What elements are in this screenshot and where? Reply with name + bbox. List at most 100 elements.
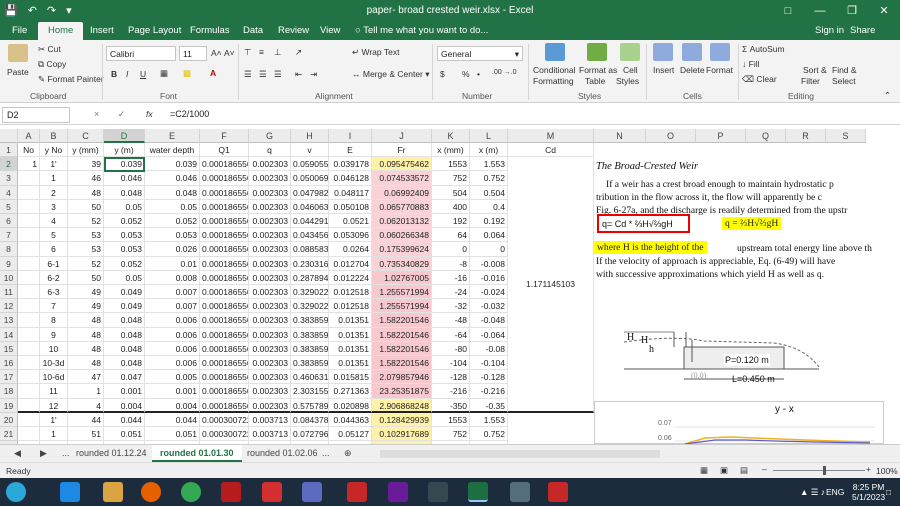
- cell-B6[interactable]: 4: [40, 214, 68, 229]
- cell-D19[interactable]: 0.004: [104, 398, 145, 413]
- row-header[interactable]: 21: [0, 427, 18, 442]
- cell-E3[interactable]: 0.046: [145, 171, 200, 186]
- row-header[interactable]: 1: [0, 143, 18, 158]
- cell-I17[interactable]: 0.015815: [329, 370, 372, 385]
- cell-A20[interactable]: [18, 412, 40, 427]
- copy-button[interactable]: ⧉ Copy: [38, 59, 66, 70]
- cell-J7[interactable]: 0.060266348: [372, 228, 432, 243]
- tab-formulas[interactable]: Formulas: [190, 25, 230, 36]
- tray-icons[interactable]: ▲ ☰ ♪: [800, 487, 825, 498]
- cell-K21[interactable]: 752: [432, 427, 470, 442]
- cell-K11[interactable]: -24: [432, 285, 470, 300]
- cell-F15[interactable]: 0.000186556: [200, 341, 249, 356]
- cell-A6[interactable]: [18, 214, 40, 229]
- cell-A2[interactable]: 1: [18, 157, 40, 172]
- row-header[interactable]: 4: [0, 185, 18, 200]
- cell-C20[interactable]: 44: [68, 412, 104, 427]
- cell-I2[interactable]: 0.039178: [329, 157, 372, 172]
- cell-G21[interactable]: 0.003713: [249, 427, 291, 442]
- cell-D9[interactable]: 0.052: [104, 256, 145, 271]
- collapse-ribbon-icon[interactable]: ⌃: [884, 90, 891, 101]
- row-header[interactable]: 8: [0, 242, 18, 257]
- merge-center-button[interactable]: ↔ Merge & Center ▾: [352, 69, 430, 80]
- cell-H10[interactable]: 0.287894: [291, 270, 329, 285]
- orientation-icon[interactable]: ↗: [295, 47, 302, 58]
- header-cell[interactable]: x (m): [470, 143, 508, 158]
- cell-C12[interactable]: 49: [68, 299, 104, 314]
- formula-cancel-confirm[interactable]: × ✓: [94, 109, 133, 120]
- header-cell[interactable]: x (mm): [432, 143, 470, 158]
- cell-E10[interactable]: 0.008: [145, 270, 200, 285]
- cell-C14[interactable]: 48: [68, 327, 104, 342]
- cell-L18[interactable]: -0.216: [470, 384, 508, 399]
- cell-F12[interactable]: 0.000186556: [200, 299, 249, 314]
- cell-E9[interactable]: 0.01: [145, 256, 200, 271]
- paste-icon[interactable]: [8, 44, 28, 62]
- yx-chart[interactable]: y - x 0.07 0.06: [594, 401, 884, 444]
- cell-J16[interactable]: 1.582201546: [372, 356, 432, 371]
- cell-G4[interactable]: 0.002303: [249, 185, 291, 200]
- more-sheets-icon[interactable]: ...: [322, 448, 330, 458]
- cell-H19[interactable]: 0.575789: [291, 398, 329, 413]
- tell-me-search[interactable]: ○ Tell me what you want to do...: [355, 25, 488, 36]
- header-cell[interactable]: v: [291, 143, 329, 158]
- cell-D13[interactable]: 0.048: [104, 313, 145, 328]
- cell-A5[interactable]: [18, 199, 40, 214]
- cell-A17[interactable]: [18, 370, 40, 385]
- cell-C21[interactable]: 51: [68, 427, 104, 442]
- cell-H3[interactable]: 0.050069: [291, 171, 329, 186]
- cell-C13[interactable]: 48: [68, 313, 104, 328]
- sheet-tab-3[interactable]: rounded 01.02.06: [247, 448, 318, 458]
- system-clock[interactable]: 8:25 PM 5/1/2023: [852, 482, 885, 502]
- normal-view-icon[interactable]: ▦: [700, 465, 708, 476]
- cell-E14[interactable]: 0.006: [145, 327, 200, 342]
- cell-L7[interactable]: 0.064: [470, 228, 508, 243]
- name-box[interactable]: D2: [2, 107, 70, 123]
- cell-B7[interactable]: 5: [40, 228, 68, 243]
- align-top-icon[interactable]: ⊤: [244, 47, 251, 58]
- header-cell[interactable]: q: [249, 143, 291, 158]
- font-size-select[interactable]: 11: [179, 46, 207, 61]
- cell-K9[interactable]: -8: [432, 256, 470, 271]
- cell-C2[interactable]: 39: [68, 157, 104, 172]
- row-header[interactable]: 7: [0, 228, 18, 243]
- cell-I11[interactable]: 0.012518: [329, 285, 372, 300]
- cell-H12[interactable]: 0.329022: [291, 299, 329, 314]
- cell-J13[interactable]: 1.582201546: [372, 313, 432, 328]
- cell-A10[interactable]: [18, 270, 40, 285]
- cell-K4[interactable]: 504: [432, 185, 470, 200]
- cell-J19[interactable]: 2.906868248: [372, 398, 432, 413]
- format-painter-button[interactable]: ✎ Format Painter: [38, 74, 104, 85]
- cell-B8[interactable]: 6: [40, 242, 68, 257]
- minimize-icon[interactable]: —: [804, 0, 836, 22]
- column-header-M[interactable]: M: [508, 129, 594, 143]
- cell-C8[interactable]: 53: [68, 242, 104, 257]
- column-header-J[interactable]: J: [372, 129, 432, 143]
- cell-G17[interactable]: 0.002303: [249, 370, 291, 385]
- row-header[interactable]: 2: [0, 157, 18, 172]
- cell-H16[interactable]: 0.383859: [291, 356, 329, 371]
- cell-B5[interactable]: 3: [40, 199, 68, 214]
- tab-review[interactable]: Review: [278, 25, 309, 36]
- cell-J8[interactable]: 0.175399624: [372, 242, 432, 257]
- header-cell[interactable]: No: [18, 143, 40, 158]
- sort-filter-button[interactable]: Sort &: [803, 65, 827, 75]
- cell-H21[interactable]: 0.072796: [291, 427, 329, 442]
- align-right-icon[interactable]: ☰: [274, 69, 282, 80]
- cell-I21[interactable]: 0.05127: [329, 427, 372, 442]
- cell-H14[interactable]: 0.383859: [291, 327, 329, 342]
- cell-F8[interactable]: 0.000186556: [200, 242, 249, 257]
- cell-L3[interactable]: 0.752: [470, 171, 508, 186]
- cell-B9[interactable]: 6-1: [40, 256, 68, 271]
- borders-icon[interactable]: ▦: [160, 68, 168, 79]
- cell-E2[interactable]: 0.039: [145, 157, 200, 172]
- cell-A8[interactable]: [18, 242, 40, 257]
- cell-J12[interactable]: 1.255571994: [372, 299, 432, 314]
- row-header[interactable]: 16: [0, 356, 18, 371]
- app-window-icon[interactable]: [510, 482, 530, 502]
- cell-H5[interactable]: 0.046063: [291, 199, 329, 214]
- column-header-F[interactable]: F: [200, 129, 249, 143]
- cell-A11[interactable]: [18, 285, 40, 300]
- header-cell[interactable]: y (m): [104, 143, 145, 158]
- cell-D20[interactable]: 0.044: [104, 412, 145, 427]
